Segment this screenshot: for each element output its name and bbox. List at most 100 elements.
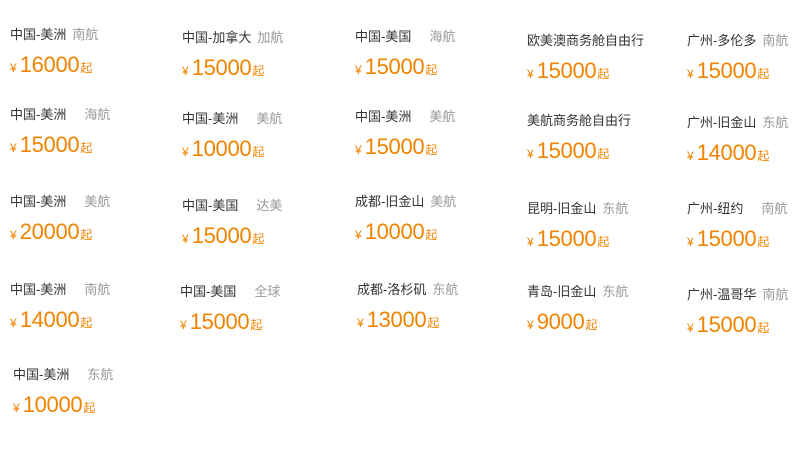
price-value: 15000 bbox=[696, 312, 757, 337]
airline-name: 南航 bbox=[762, 287, 789, 302]
price-suffix: 起 bbox=[252, 232, 265, 246]
deal-card[interactable]: 中国-加拿大 加航 ¥15000起 bbox=[182, 27, 332, 81]
currency-symbol: ¥ bbox=[10, 61, 17, 75]
deal-card[interactable]: 成都-旧金山 美航 ¥10000起 bbox=[355, 191, 505, 245]
route-name: 中国-美洲 bbox=[10, 194, 67, 209]
airline-name: 南航 bbox=[761, 201, 788, 216]
deal-card[interactable]: 中国-美洲 美航 ¥20000起 bbox=[10, 191, 160, 245]
airline-name: 海航 bbox=[84, 107, 111, 122]
route-name: 广州-旧金山 bbox=[687, 115, 757, 130]
route-name: 成都-洛杉矶 bbox=[357, 282, 427, 297]
currency-symbol: ¥ bbox=[355, 143, 362, 157]
airline-name: 全球 bbox=[254, 284, 281, 299]
deal-card[interactable]: 中国-美洲 海航 ¥15000起 bbox=[10, 104, 160, 158]
route-name: 中国-美国 bbox=[355, 29, 412, 44]
currency-symbol: ¥ bbox=[527, 235, 534, 249]
currency-symbol: ¥ bbox=[687, 67, 694, 81]
currency-symbol: ¥ bbox=[687, 321, 694, 335]
route-name: 成都-旧金山 bbox=[355, 194, 425, 209]
currency-symbol: ¥ bbox=[182, 232, 189, 246]
deal-card[interactable]: 中国-美国 海航 ¥15000起 bbox=[355, 26, 505, 80]
currency-symbol: ¥ bbox=[687, 235, 694, 249]
price-value: 15000 bbox=[536, 138, 597, 163]
route-name: 昆明-旧金山 bbox=[527, 201, 597, 216]
currency-symbol: ¥ bbox=[355, 63, 362, 77]
deal-card[interactable]: 广州-纽约 南航 ¥15000起 bbox=[687, 198, 797, 252]
route-name: 青岛-旧金山 bbox=[527, 284, 597, 299]
airline-name: 东航 bbox=[432, 282, 459, 297]
price-value: 15000 bbox=[536, 226, 597, 251]
route-name: 中国-美国 bbox=[182, 198, 239, 213]
route-name: 中国-美洲 bbox=[10, 282, 67, 297]
price-value: 15000 bbox=[191, 223, 252, 248]
route-name: 广州-温哥华 bbox=[687, 287, 757, 302]
airline-name: 东航 bbox=[602, 284, 629, 299]
route-name: 欧美澳商务舱自由行 bbox=[527, 33, 645, 48]
route-name: 中国-加拿大 bbox=[182, 30, 252, 45]
deal-card[interactable]: 昆明-旧金山 东航 ¥15000起 bbox=[527, 198, 677, 252]
price-value: 10000 bbox=[364, 219, 425, 244]
deal-card[interactable]: 成都-洛杉矶 东航 ¥13000起 bbox=[357, 279, 507, 333]
currency-symbol: ¥ bbox=[10, 316, 17, 330]
route-name: 中国-美洲 bbox=[13, 367, 70, 382]
price-suffix: 起 bbox=[80, 316, 93, 330]
price-suffix: 起 bbox=[425, 228, 438, 242]
price-value: 16000 bbox=[19, 52, 80, 77]
price-value: 15000 bbox=[364, 134, 425, 159]
price-suffix: 起 bbox=[80, 61, 93, 75]
airline-name: 美航 bbox=[430, 194, 457, 209]
deal-card[interactable]: 中国-美洲 美航 ¥10000起 bbox=[182, 108, 332, 162]
route-name: 中国-美洲 bbox=[10, 107, 67, 122]
price-suffix: 起 bbox=[80, 141, 93, 155]
airline-name: 加航 bbox=[257, 30, 284, 45]
currency-symbol: ¥ bbox=[10, 228, 17, 242]
price-suffix: 起 bbox=[83, 401, 96, 415]
airline-name: 东航 bbox=[87, 367, 114, 382]
airline-name: 达美 bbox=[256, 198, 283, 213]
price-suffix: 起 bbox=[757, 67, 770, 81]
route-name: 中国-美洲 bbox=[355, 109, 412, 124]
price-value: 14000 bbox=[19, 307, 80, 332]
price-suffix: 起 bbox=[757, 149, 770, 163]
deal-card[interactable]: 中国-美洲 南航 ¥14000起 bbox=[10, 279, 160, 333]
deal-card[interactable]: 中国-美洲 东航 ¥10000起 bbox=[13, 364, 163, 418]
price-value: 15000 bbox=[364, 54, 425, 79]
currency-symbol: ¥ bbox=[13, 401, 20, 415]
route-name: 广州-多伦多 bbox=[687, 33, 757, 48]
airline-name: 南航 bbox=[762, 33, 789, 48]
airline-name: 南航 bbox=[72, 27, 99, 42]
currency-symbol: ¥ bbox=[527, 67, 534, 81]
currency-symbol: ¥ bbox=[182, 64, 189, 78]
deal-card[interactable]: 中国-美洲 美航 ¥15000起 bbox=[355, 106, 505, 160]
route-name: 中国-美洲 bbox=[10, 27, 67, 42]
deal-card[interactable]: 广州-旧金山 东航 ¥14000起 bbox=[687, 112, 797, 166]
deal-card[interactable]: 中国-美洲 南航 ¥16000起 bbox=[10, 24, 160, 78]
currency-symbol: ¥ bbox=[357, 316, 364, 330]
price-suffix: 起 bbox=[425, 63, 438, 77]
deal-card[interactable]: 中国-美国 达美 ¥15000起 bbox=[182, 195, 332, 249]
price-value: 15000 bbox=[696, 226, 757, 251]
price-suffix: 起 bbox=[757, 321, 770, 335]
deal-card[interactable]: 美航商务舱自由行 ¥15000起 bbox=[527, 110, 677, 164]
airline-name: 美航 bbox=[256, 111, 283, 126]
price-suffix: 起 bbox=[597, 147, 610, 161]
price-value: 15000 bbox=[536, 58, 597, 83]
price-suffix: 起 bbox=[252, 145, 265, 159]
airline-name: 海航 bbox=[429, 29, 456, 44]
price-value: 14000 bbox=[696, 140, 757, 165]
deal-card[interactable]: 广州-多伦多 南航 ¥15000起 bbox=[687, 30, 797, 84]
currency-symbol: ¥ bbox=[10, 141, 17, 155]
airline-name: 美航 bbox=[84, 194, 111, 209]
route-name: 广州-纽约 bbox=[687, 201, 744, 216]
deal-card[interactable]: 中国-美国 全球 ¥15000起 bbox=[180, 281, 330, 335]
airline-name: 东航 bbox=[762, 115, 789, 130]
price-value: 15000 bbox=[191, 55, 252, 80]
price-value: 15000 bbox=[19, 132, 80, 157]
price-value: 15000 bbox=[696, 58, 757, 83]
deal-card[interactable]: 青岛-旧金山 东航 ¥9000起 bbox=[527, 281, 677, 335]
price-value: 10000 bbox=[191, 136, 252, 161]
deal-card[interactable]: 广州-温哥华 南航 ¥15000起 bbox=[687, 284, 797, 338]
deal-card[interactable]: 欧美澳商务舱自由行 ¥15000起 bbox=[527, 30, 677, 84]
price-suffix: 起 bbox=[597, 235, 610, 249]
currency-symbol: ¥ bbox=[527, 318, 534, 332]
